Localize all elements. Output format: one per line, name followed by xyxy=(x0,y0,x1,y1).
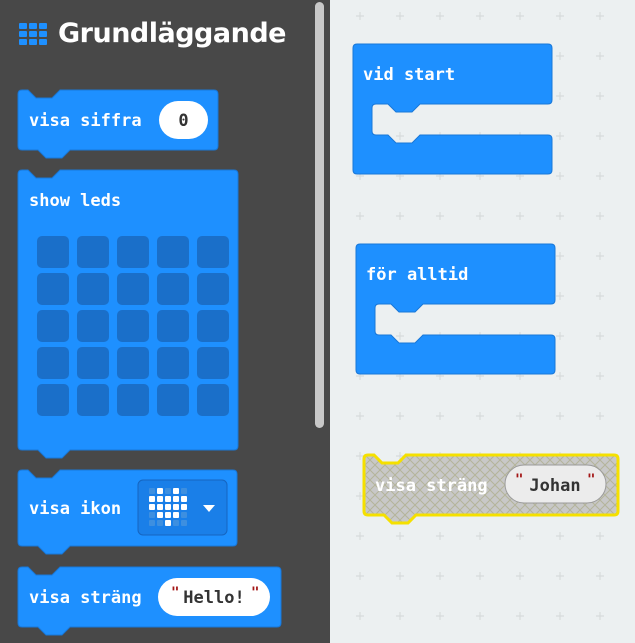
string-value: Hello! xyxy=(183,588,244,608)
led-cell[interactable] xyxy=(157,310,189,342)
flyout-blocks: visa siffra 0 show leds visa ikon visa s… xyxy=(17,89,282,636)
open-quote-icon: " xyxy=(171,585,179,601)
led-cell[interactable] xyxy=(157,384,189,416)
led-cell[interactable] xyxy=(37,384,69,416)
show-leds-label: show leds xyxy=(29,191,121,211)
workspace-string-value: Johan xyxy=(529,476,580,496)
workspace-canvas[interactable]: vid start för alltid visa sträng " Johan… xyxy=(330,0,635,643)
led-cell[interactable] xyxy=(77,236,109,268)
led-cell[interactable] xyxy=(37,273,69,305)
led-cell[interactable] xyxy=(77,347,109,379)
led-cell[interactable] xyxy=(37,236,69,268)
show-number-block[interactable]: visa siffra 0 xyxy=(17,89,219,159)
open-quote-icon: " xyxy=(515,472,523,488)
led-cell[interactable] xyxy=(157,236,189,268)
led-cell[interactable] xyxy=(157,347,189,379)
led-cell[interactable] xyxy=(197,310,229,342)
show-leds-block[interactable]: show leds xyxy=(17,169,239,459)
workspace-show-string-block[interactable]: visa sträng " Johan " xyxy=(362,453,620,525)
show-string-label: visa sträng xyxy=(29,588,142,608)
led-cell[interactable] xyxy=(77,310,109,342)
led-cell[interactable] xyxy=(77,273,109,305)
led-cell[interactable] xyxy=(117,384,149,416)
workspace-show-string-label: visa sträng xyxy=(375,476,488,496)
led-cell[interactable] xyxy=(37,310,69,342)
led-cell[interactable] xyxy=(37,347,69,379)
show-icon-block[interactable]: visa ikon xyxy=(17,469,238,555)
led-cell[interactable] xyxy=(117,273,149,305)
show-string-block[interactable]: visa sträng " Hello! " xyxy=(17,566,282,636)
led-cell[interactable] xyxy=(157,273,189,305)
led-cell[interactable] xyxy=(197,273,229,305)
workspace-svg: vid start för alltid visa sträng " Johan… xyxy=(330,0,635,643)
show-icon-label: visa ikon xyxy=(29,499,121,519)
number-field[interactable]: 0 xyxy=(159,101,208,139)
forever-label: för alltid xyxy=(366,265,468,285)
close-quote-icon: " xyxy=(587,472,595,488)
close-quote-icon: " xyxy=(251,585,259,601)
led-cell[interactable] xyxy=(197,384,229,416)
led-cell[interactable] xyxy=(117,347,149,379)
led-cell[interactable] xyxy=(77,384,109,416)
heart-icon xyxy=(149,488,187,526)
flyout-scrollbar[interactable] xyxy=(315,2,324,428)
workspace-string-field[interactable]: " Johan " xyxy=(504,464,607,504)
led-cell[interactable] xyxy=(197,347,229,379)
led-cell[interactable] xyxy=(117,236,149,268)
led-cell[interactable] xyxy=(197,236,229,268)
string-field[interactable]: " Hello! " xyxy=(158,578,270,616)
number-value: 0 xyxy=(178,111,188,131)
on-start-label: vid start xyxy=(363,65,455,85)
led-matrix[interactable] xyxy=(37,236,229,416)
show-number-label: visa siffra xyxy=(29,111,142,131)
led-cell[interactable] xyxy=(117,310,149,342)
icon-dropdown[interactable] xyxy=(137,479,228,536)
toolbox-flyout: Grundläggande visa siffra 0 show leds vi… xyxy=(0,0,330,643)
